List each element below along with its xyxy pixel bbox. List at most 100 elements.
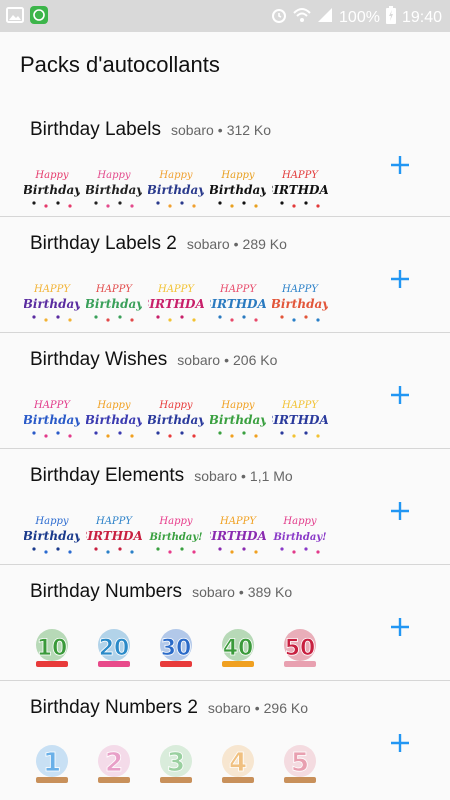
- sticker-preview-strip: Happy Birthday HAPPY BIRTHDAY Happy Birthday!…: [24, 507, 328, 557]
- add-pack-button[interactable]: [385, 612, 415, 642]
- sticker-thumbnail: Happy Birthday: [24, 170, 80, 208]
- sticker-top-word: HAPPY: [157, 284, 195, 295]
- sticker-number: 50: [285, 636, 316, 661]
- pack-header: Birthday Numbers 2 sobaro • 296 Ko: [30, 697, 308, 719]
- sticker-thumbnail: 2: [98, 745, 130, 783]
- sticker-number: 30: [161, 636, 192, 661]
- sticker-top-word: HAPPY: [219, 516, 257, 527]
- sticker-top-word: HAPPY: [95, 516, 133, 527]
- plus-icon: [391, 386, 409, 404]
- sticker-top-word: HAPPY: [281, 284, 319, 295]
- sticker-main-word: BIRTHDAY: [272, 183, 328, 197]
- sticker-thumbnail: Happy Birthday: [210, 400, 266, 438]
- sticker-pack-row[interactable]: Birthday Numbers 2 sobaro • 296 Ko 1 2 3 4 5: [0, 681, 450, 796]
- sticker-main-word: Birthday: [24, 529, 80, 543]
- pack-header: Birthday Elements sobaro • 1,1 Mo: [30, 465, 293, 487]
- meta-separator: •: [238, 584, 244, 600]
- sticker-thumbnail: 5: [284, 745, 316, 783]
- sticker-top-word: Happy: [158, 400, 192, 411]
- pack-size: 289 Ko: [242, 236, 287, 252]
- add-pack-button[interactable]: [385, 496, 415, 526]
- sticker-top-word: Happy: [96, 400, 130, 411]
- sticker-thumbnail: 40: [222, 629, 254, 667]
- sticker-top-word: Happy: [158, 170, 192, 181]
- pack-name: Birthday Labels 2: [30, 233, 177, 254]
- pack-meta: sobaro • 289 Ko: [187, 236, 287, 252]
- pack-name: Birthday Wishes: [30, 349, 168, 370]
- pack-publisher: sobaro: [170, 122, 214, 138]
- sticker-pack-row[interactable]: Birthday Numbers sobaro • 389 Ko 10 20 30 40 50: [0, 565, 450, 681]
- meta-separator: •: [241, 468, 246, 484]
- meta-separator: •: [233, 236, 239, 252]
- pack-size: 312 Ko: [226, 122, 272, 138]
- add-pack-button[interactable]: [385, 264, 415, 294]
- sticker-preview-strip: 1 2 3 4 5: [24, 739, 328, 789]
- meta-separator: •: [217, 122, 223, 138]
- pack-publisher: sobaro: [194, 468, 237, 484]
- sticker-main-word: Birthday!: [148, 532, 202, 543]
- pack-publisher: sobaro: [177, 352, 221, 368]
- sticker-thumbnail: HAPPY BIRTHDAY: [210, 284, 266, 322]
- sticker-thumbnail: HAPPY Birthday: [24, 400, 80, 438]
- sticker-main-word: BIRTHDAY: [272, 413, 328, 427]
- sticker-main-word: Birthday: [86, 297, 142, 311]
- sticker-pack-row[interactable]: Birthday Labels sobaro • 312 Ko Happy Birthda…: [0, 103, 450, 217]
- sticker-number: 10: [37, 636, 68, 661]
- sticker-main-word: Birthday: [24, 297, 80, 311]
- sticker-main-word: Birthday: [24, 183, 80, 197]
- sticker-preview-strip: 10 20 30 40 50: [24, 623, 328, 673]
- plus-icon: [391, 270, 409, 288]
- sticker-main-word: BIRTHDAY: [148, 297, 204, 311]
- sticker-thumbnail: HAPPY BIRTHDAY: [148, 284, 204, 322]
- sticker-top-word: Happy: [34, 170, 68, 181]
- add-pack-button[interactable]: [385, 728, 415, 758]
- sticker-thumbnail: 20: [98, 629, 130, 667]
- sticker-top-word: Happy: [282, 516, 316, 527]
- add-pack-button[interactable]: [385, 380, 415, 410]
- pack-size: 389 Ko: [247, 584, 293, 600]
- sticker-thumbnail: 4: [222, 745, 254, 783]
- sticker-preview-strip: HAPPY Birthday Happy Birthday Happy Birthday H…: [24, 391, 328, 441]
- pack-publisher: sobaro: [186, 236, 230, 252]
- sticker-top-word: HAPPY: [95, 284, 133, 295]
- sticker-thumbnail: Happy Birthday!: [148, 516, 203, 554]
- pack-publisher: sobaro: [192, 584, 235, 600]
- sticker-thumbnail: HAPPY BIRTHDAY: [86, 516, 142, 554]
- sticker-thumbnail: 1: [36, 745, 68, 783]
- sticker-preview-strip: Happy Birthday Happy Birthday Happy Birthday H…: [24, 161, 328, 211]
- sticker-thumbnail: Happy Birthday: [210, 170, 266, 208]
- sticker-number: 2: [105, 748, 123, 778]
- sticker-top-word: Happy: [158, 516, 192, 527]
- sticker-main-word: Birthday: [24, 413, 80, 427]
- sticker-thumbnail: HAPPY Birthday: [272, 284, 328, 322]
- add-pack-button[interactable]: [385, 150, 415, 180]
- sticker-main-word: Birthday: [86, 183, 142, 197]
- pack-meta: sobaro • 389 Ko: [192, 584, 292, 600]
- wifi-icon: [293, 7, 311, 28]
- pack-size: 1,1 Mo: [249, 468, 293, 484]
- sticker-pack-row[interactable]: Birthday Labels 2 sobaro • 289 Ko HAPPY Birth…: [0, 217, 450, 333]
- sticker-top-word: HAPPY: [219, 284, 257, 295]
- sticker-thumbnail: Happy Birthday!: [272, 516, 327, 554]
- meta-separator: •: [254, 700, 260, 716]
- pack-header: Birthday Labels 2 sobaro • 289 Ko: [30, 233, 287, 255]
- whatsapp-notification-icon: [30, 6, 48, 29]
- plus-icon: [391, 502, 409, 520]
- status-bar: 100% 19:40: [0, 0, 450, 32]
- sticker-number: 40: [223, 636, 254, 661]
- sticker-pack-row[interactable]: Birthday Elements sobaro • 1,1 Mo Happy Birth…: [0, 449, 450, 565]
- clock: 19:40: [401, 8, 442, 26]
- sticker-thumbnail: Happy Birthday: [86, 170, 142, 208]
- sticker-pack-row[interactable]: Birthday Wishes sobaro • 206 Ko HAPPY Birthda…: [0, 333, 450, 449]
- plus-icon: [391, 734, 409, 752]
- battery-charging-icon: [385, 6, 396, 29]
- pack-meta: sobaro • 206 Ko: [177, 352, 277, 368]
- pack-header: Birthday Numbers sobaro • 389 Ko: [30, 581, 292, 603]
- sticker-thumbnail: HAPPY Birthday: [24, 284, 80, 322]
- pack-publisher: sobaro: [207, 700, 251, 716]
- pack-size: 296 Ko: [263, 700, 308, 716]
- pack-name: Birthday Elements: [30, 465, 185, 486]
- sticker-main-word: Birthday!: [272, 532, 326, 543]
- sticker-top-word: Happy: [220, 170, 254, 181]
- sticker-thumbnail: HAPPY BIRTHDAY: [272, 400, 328, 438]
